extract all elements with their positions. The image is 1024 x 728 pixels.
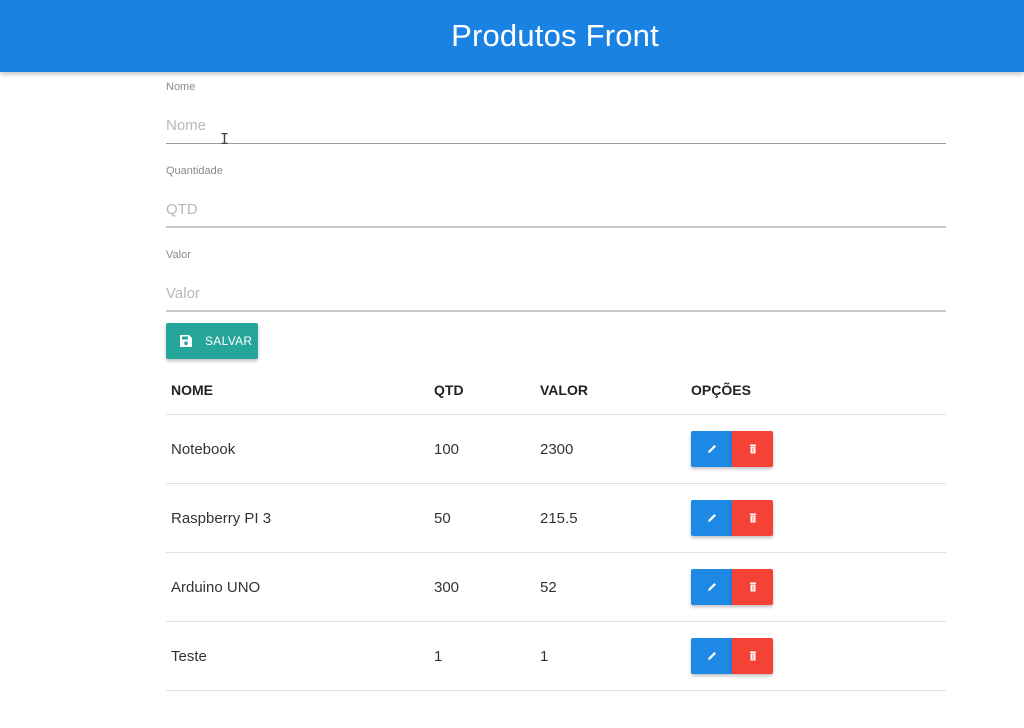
cell-valor: 2300 bbox=[535, 414, 686, 484]
edit-button[interactable] bbox=[691, 500, 732, 536]
header-qtd: QTD bbox=[429, 366, 535, 415]
pencil-icon bbox=[707, 583, 716, 591]
trash-icon bbox=[749, 582, 756, 592]
cell-valor: 215.5 bbox=[535, 483, 686, 553]
cell-qtd: 50 bbox=[429, 483, 535, 553]
row-actions bbox=[691, 638, 946, 674]
valor-input[interactable] bbox=[166, 276, 946, 312]
top-navbar: Produtos Front bbox=[0, 0, 1024, 72]
edit-button[interactable] bbox=[691, 431, 732, 467]
cell-opcoes bbox=[686, 621, 946, 691]
table-row: Arduino UNO 300 52 bbox=[166, 552, 946, 622]
main-container: Nome I Quantidade Valor SALVAR NOME QTD … bbox=[166, 72, 946, 691]
floppy-disk-icon bbox=[180, 335, 192, 347]
cell-nome: Arduino UNO bbox=[166, 552, 429, 622]
quantidade-label: Quantidade bbox=[166, 165, 223, 177]
pencil-icon bbox=[707, 445, 716, 453]
valor-label: Valor bbox=[166, 249, 191, 261]
nome-field-group: Nome I bbox=[166, 72, 946, 156]
cell-nome: Raspberry PI 3 bbox=[166, 483, 429, 553]
save-button-label: SALVAR bbox=[205, 334, 253, 348]
cell-valor: 52 bbox=[535, 552, 686, 622]
text-cursor-icon: I bbox=[220, 130, 230, 148]
cell-opcoes bbox=[686, 552, 946, 622]
table-header-row: NOME QTD VALOR OPÇÕES bbox=[166, 366, 946, 415]
trash-icon bbox=[749, 444, 756, 454]
delete-button[interactable] bbox=[732, 500, 773, 536]
cell-nome: Teste bbox=[166, 621, 429, 691]
nome-input[interactable] bbox=[166, 108, 946, 144]
quantidade-input[interactable] bbox=[166, 192, 946, 228]
header-nome: NOME bbox=[166, 366, 429, 415]
nome-label: Nome bbox=[166, 81, 196, 93]
row-actions bbox=[691, 569, 946, 605]
save-button[interactable]: SALVAR bbox=[166, 323, 258, 359]
cell-valor: 1 bbox=[535, 621, 686, 691]
cell-qtd: 300 bbox=[429, 552, 535, 622]
pencil-icon bbox=[707, 652, 716, 660]
table-row: Teste 1 1 bbox=[166, 621, 946, 691]
products-table: NOME QTD VALOR OPÇÕES Notebook 100 2300 bbox=[166, 366, 946, 691]
row-actions bbox=[691, 500, 946, 536]
quantidade-field-group: Quantidade bbox=[166, 156, 946, 240]
table-row: Raspberry PI 3 50 215.5 bbox=[166, 483, 946, 553]
edit-button[interactable] bbox=[691, 638, 732, 674]
cell-opcoes bbox=[686, 483, 946, 553]
pencil-icon bbox=[707, 514, 716, 522]
cell-opcoes bbox=[686, 414, 946, 484]
table-row: Notebook 100 2300 bbox=[166, 414, 946, 484]
trash-icon bbox=[749, 651, 756, 661]
valor-field-group: Valor bbox=[166, 240, 946, 324]
delete-button[interactable] bbox=[732, 431, 773, 467]
cell-qtd: 1 bbox=[429, 621, 535, 691]
delete-button[interactable] bbox=[732, 569, 773, 605]
delete-button[interactable] bbox=[732, 638, 773, 674]
row-actions bbox=[691, 431, 946, 467]
header-valor: VALOR bbox=[535, 366, 686, 415]
header-opcoes: OPÇÕES bbox=[686, 366, 946, 415]
page-title: Produtos Front bbox=[451, 18, 659, 53]
cell-nome: Notebook bbox=[166, 414, 429, 484]
cell-qtd: 100 bbox=[429, 414, 535, 484]
edit-button[interactable] bbox=[691, 569, 732, 605]
trash-icon bbox=[749, 513, 756, 523]
